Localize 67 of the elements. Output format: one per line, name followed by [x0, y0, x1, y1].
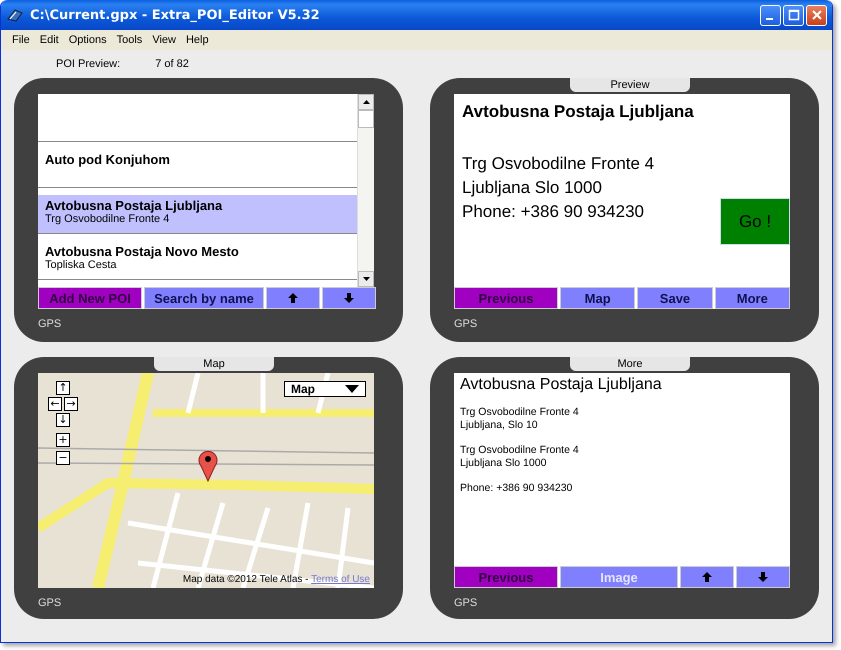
menu-item[interactable]: Options — [64, 34, 112, 46]
window-title: C:\Current.gpx - Extra_POI_Editor V5.32 — [30, 8, 321, 22]
scrollbar[interactable] — [357, 94, 374, 287]
move-down-button[interactable] — [736, 566, 790, 588]
place-name: Avtobusna Postaja Ljubljana — [462, 102, 695, 123]
poi-address: Trg Osvobodilne Fronte 4 — [45, 213, 170, 225]
menu-item[interactable]: Edit — [34, 34, 64, 46]
poi-counter: 7 of 82 — [155, 58, 189, 70]
map-attribution: Map data ©2012 Tele Atlas - Terms of Use — [182, 574, 370, 585]
menu-item[interactable]: File — [7, 34, 35, 46]
pan-button[interactable]: ↓ — [56, 413, 70, 427]
menu-item[interactable]: View — [147, 34, 181, 46]
action-button[interactable]: More — [714, 287, 790, 309]
down-triangle-icon — [362, 277, 370, 281]
minimize-button[interactable] — [760, 4, 781, 26]
address-line: Phone: +386 90 934230 — [462, 201, 644, 223]
gps-label: GPS — [38, 596, 62, 609]
poi-name: Avtobusna Postaja Ljubljana — [45, 198, 224, 213]
detail-line: Ljubljana Slo 1000 — [460, 457, 548, 470]
gps-label: GPS — [38, 317, 62, 330]
detail-line: Phone: +386 90 934230 — [460, 482, 574, 495]
map-type-dropdown[interactable]: Map — [284, 381, 366, 397]
detail-line: Ljubljana, Slo 10 — [460, 419, 539, 432]
menu-item[interactable]: Help — [180, 34, 214, 46]
pan-button[interactable]: → — [64, 397, 78, 411]
action-button[interactable]: Save — [637, 287, 713, 309]
map-pin-icon — [197, 448, 219, 482]
pan-button[interactable]: ← — [48, 397, 62, 411]
pan-button[interactable]: ↑ — [56, 381, 70, 395]
zoom-button[interactable]: − — [56, 451, 70, 465]
go-button[interactable]: Go ! — [720, 198, 790, 245]
poi-name: Avtobusna Postaja Novo Mesto — [45, 244, 240, 259]
move-down-button[interactable] — [322, 287, 376, 309]
detail-line: Trg Osvobodilne Fronte 4 — [460, 406, 580, 419]
poi-preview-label: POI Preview: — [56, 58, 120, 70]
poi-address: Topliska Cesta — [45, 259, 118, 271]
down-arrow-icon — [343, 292, 355, 304]
address-line: Ljubljana Slo 1000 — [462, 177, 602, 199]
gps-label: GPS — [454, 317, 478, 330]
minimize-icon — [766, 18, 772, 20]
up-arrow-icon — [287, 292, 299, 304]
zoom-button[interactable]: + — [56, 433, 70, 447]
maximize-button[interactable] — [783, 4, 804, 26]
place-name: Avtobusna Postaja Ljubljana — [460, 376, 663, 394]
list-item[interactable]: Avtobusna Postaja Novo Mesto Topliska Cesta — [38, 240, 357, 280]
scroll-thumb[interactable] — [358, 110, 374, 128]
list-item[interactable]: Avtobusna Postaja Ljubljana Trg Osvobodilne Fronte 4 — [38, 194, 357, 234]
caret-icon — [345, 385, 359, 393]
menu-item[interactable]: Tools — [112, 34, 148, 46]
down-arrow-icon — [757, 571, 769, 583]
detail-line: Trg Osvobodilne Fronte 4 — [460, 444, 580, 457]
up-triangle-icon — [362, 100, 370, 104]
gps-label: GPS — [454, 596, 478, 609]
action-button[interactable]: Search by name — [144, 287, 264, 309]
move-up-button[interactable] — [680, 566, 734, 588]
address-line: Trg Osvobodilne Fronte 4 — [462, 153, 654, 175]
scroll-down-button[interactable] — [358, 271, 374, 287]
panel-title: Preview — [570, 78, 690, 92]
close-button[interactable] — [806, 4, 827, 26]
list-item[interactable]: Auto pod Konjuhom — [38, 148, 357, 188]
panel-title: More — [570, 357, 690, 371]
poi-name: Auto pod Konjuhom — [45, 152, 171, 167]
up-arrow-icon — [701, 571, 713, 583]
move-up-button[interactable] — [266, 287, 320, 309]
action-button[interactable]: Map — [560, 287, 636, 309]
scroll-up-button[interactable] — [358, 94, 374, 110]
panel-title: Map — [154, 357, 274, 371]
